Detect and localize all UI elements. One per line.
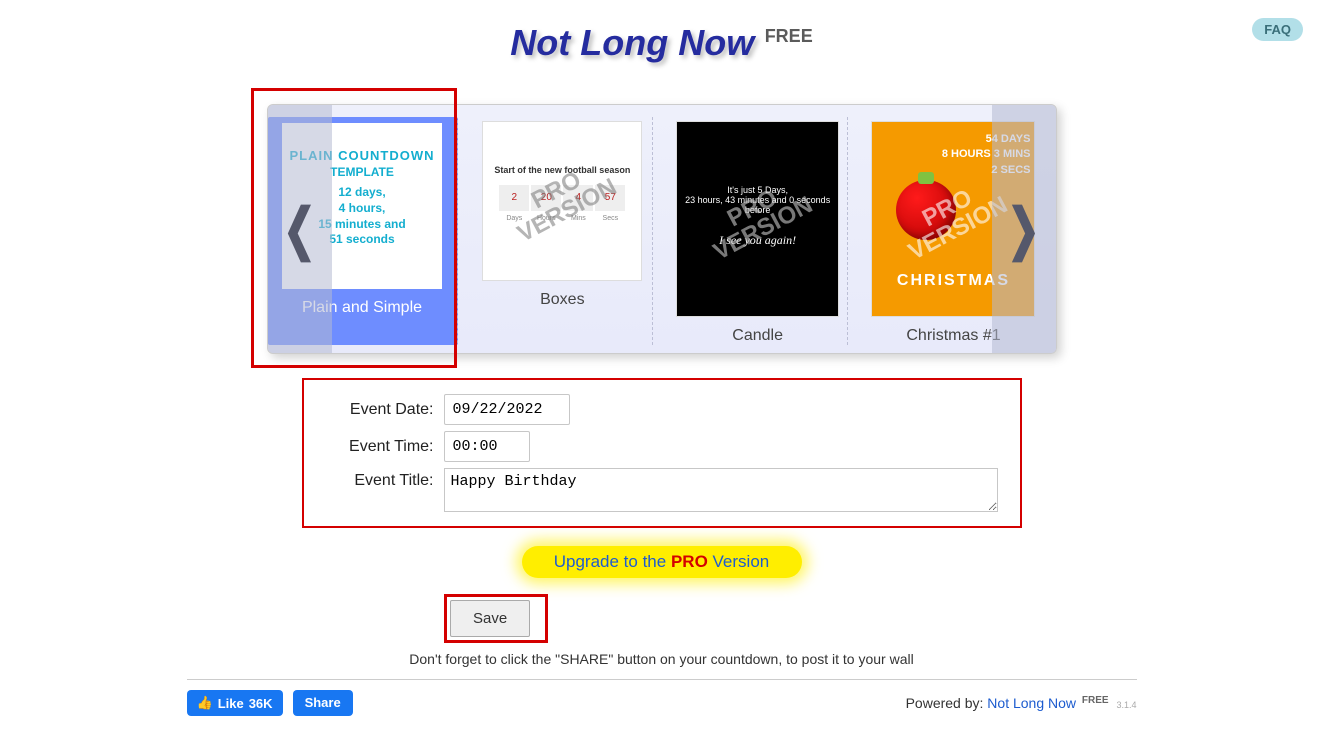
share-hint: Don't forget to click the "SHARE" button…	[0, 651, 1323, 667]
template-name: Boxes	[540, 291, 584, 309]
powered-suffix: FREE	[1082, 695, 1109, 706]
page-title: Not Long Now	[510, 22, 754, 64]
event-time-input[interactable]	[444, 431, 530, 462]
thumb-line: It's just 5 Days,	[727, 185, 788, 195]
template-thumb: It's just 5 Days, 23 hours, 43 minutes a…	[676, 121, 839, 317]
event-date-input[interactable]	[444, 394, 570, 425]
template-name: Christmas #1	[906, 327, 1000, 345]
fb-share-button[interactable]: Share	[293, 690, 353, 716]
box-val: 2	[499, 185, 529, 211]
footer: 👍 Like 36K Share Powered by: Not Long No…	[187, 679, 1137, 716]
template-name: Candle	[732, 327, 783, 345]
carousel-next-button[interactable]: ❯	[992, 105, 1056, 353]
thumb-up-icon: 👍	[197, 695, 213, 711]
upgrade-pro: PRO	[671, 552, 708, 571]
box-label: Days	[499, 215, 529, 222]
box-val: 57	[595, 185, 625, 211]
chevron-left-icon: ❮	[283, 196, 316, 262]
event-title-input[interactable]: Happy Birthday	[444, 468, 998, 512]
fb-like-button[interactable]: 👍 Like 36K	[187, 690, 283, 716]
thumb-see: I see you again!	[719, 233, 796, 248]
template-list: PLAIN COUNTDOWN TEMPLATE 12 days, 4 hour…	[268, 105, 1056, 353]
template-thumb: Start of the new football season 2 20 4 …	[482, 121, 642, 281]
box-val: 20	[531, 185, 561, 211]
thumb-head: Start of the new football season	[489, 165, 635, 175]
event-time-label: Event Time:	[326, 438, 434, 456]
powered-pre: Powered by:	[906, 695, 988, 711]
like-count: 36K	[249, 696, 273, 711]
save-button[interactable]: Save	[450, 600, 530, 637]
carousel-prev-button[interactable]: ❮	[268, 105, 332, 353]
like-label: Like	[218, 696, 244, 711]
template-carousel: ❮ PLAIN COUNTDOWN TEMPLATE 12 days, 4 ho…	[267, 104, 1057, 354]
thumb-line: 23 hours, 43 minutes and 0 seconds befor…	[683, 195, 832, 215]
powered-link[interactable]: Not Long Now	[987, 695, 1076, 711]
upgrade-pre: Upgrade to the	[554, 552, 671, 571]
ornament-icon	[896, 180, 956, 240]
powered-by: Powered by: Not Long Now FREE 3.1.4	[906, 695, 1137, 711]
template-card-boxes[interactable]: Start of the new football season 2 20 4 …	[473, 117, 653, 345]
box-label: Mins	[563, 215, 593, 222]
template-card-candle[interactable]: It's just 5 Days, 23 hours, 43 minutes a…	[668, 117, 848, 345]
page-header: Not Long Now FREE	[0, 0, 1323, 64]
box-label: Secs	[595, 215, 625, 222]
box-label: Hours	[531, 215, 561, 222]
event-form: Event Date: Event Time: Event Title: Hap…	[302, 378, 1022, 528]
chevron-right-icon: ❯	[1007, 196, 1040, 262]
upgrade-post: Version	[708, 552, 769, 571]
version-text: 3.1.4	[1116, 700, 1136, 710]
event-date-label: Event Date:	[326, 401, 434, 419]
page-title-suffix: FREE	[765, 26, 813, 46]
event-title-label: Event Title:	[326, 472, 434, 490]
upgrade-link[interactable]: Upgrade to the PRO Version	[522, 546, 802, 578]
box-val: 4	[563, 185, 593, 211]
faq-link[interactable]: FAQ	[1252, 18, 1303, 41]
